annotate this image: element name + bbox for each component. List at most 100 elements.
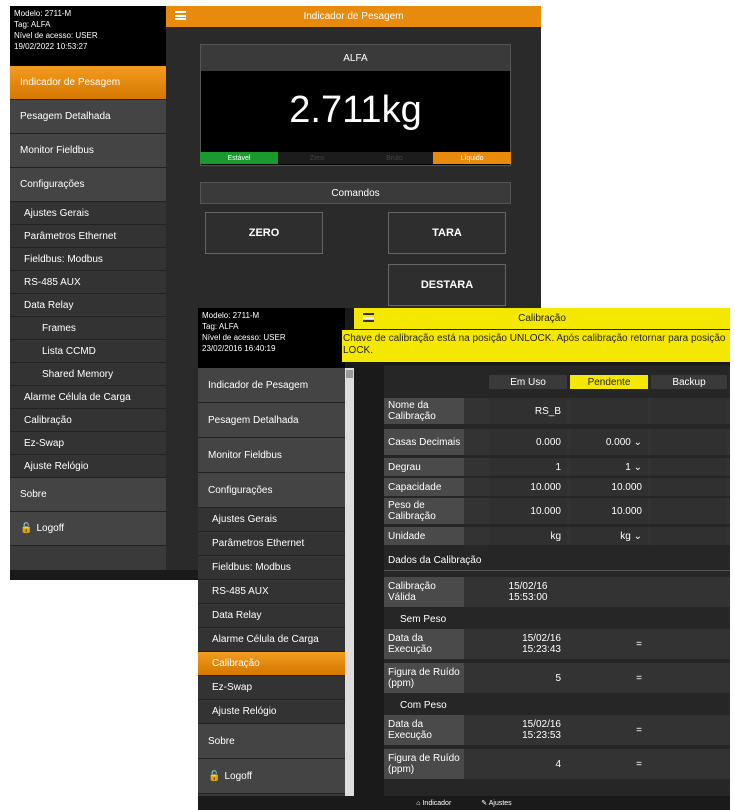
calibration-table: Em Uso Pendente Backup Nome da Calibraçã… — [384, 365, 730, 797]
row-value-em-uso: 4 — [555, 758, 561, 770]
sidebar-item-data-relay[interactable]: Data Relay — [198, 604, 345, 628]
status-stable: Estável — [200, 152, 278, 164]
sidebar-item-indicador[interactable]: Indicador de Pesagem — [10, 66, 166, 100]
section-com-peso: Com Peso — [400, 699, 447, 711]
row-value-em-uso: 15/02/16 15:23:43 — [522, 633, 561, 655]
row-value-pendente: 10.000 — [570, 478, 648, 496]
row-value-backup — [651, 458, 727, 476]
page-title: Indicador de Pesagem — [303, 11, 404, 22]
sidebar-item-ez-swap[interactable]: Ez-Swap — [10, 432, 166, 455]
sidebar-item-monitor-fieldbus[interactable]: Monitor Fieldbus — [10, 134, 166, 168]
model-text: Modelo: 2711-M — [202, 311, 260, 320]
row-label: Unidade — [384, 527, 464, 545]
sidebar-item-calibracao[interactable]: Calibração — [10, 409, 166, 432]
sidebar-item-ajuste-relogio[interactable]: Ajuste Relógio — [10, 455, 166, 478]
row-value-pendente: = — [636, 724, 642, 736]
sidebar: Indicador de Pesagem Pesagem Detalhada M… — [10, 66, 166, 570]
row-value-em-uso: 10.000 — [489, 498, 567, 524]
row-label: Data da Execução — [384, 715, 464, 745]
column-header-pendente: Pendente — [570, 375, 648, 389]
menu-icon[interactable] — [363, 313, 374, 322]
sidebar-item-ajustes-gerais[interactable]: Ajustes Gerais — [198, 508, 345, 532]
calibration-window: Modelo: 2711-M Tag: ALFA Nível de acesso… — [198, 308, 730, 810]
status-gross: Bruto — [356, 152, 433, 164]
row-value-em-uso: 5 — [555, 672, 561, 684]
section-calibration-data: Dados da Calibração — [384, 551, 730, 571]
wrench-icon: ✎ — [481, 800, 488, 807]
scroll-up-icon[interactable] — [346, 370, 353, 378]
home-icon: ⌂ — [416, 799, 421, 807]
row-value-pendente-dropdown[interactable]: 0.000 ⌄ — [570, 429, 648, 455]
row-value-backup — [651, 527, 727, 545]
sidebar-item-lista-ccmd[interactable]: Lista CCMD — [10, 340, 166, 363]
row-value-em-uso: kg — [489, 527, 567, 545]
row-value-pendente: = — [636, 672, 642, 684]
row-value-backup — [651, 398, 727, 424]
status-zero: Zero — [278, 152, 356, 164]
sidebar-item-alarme-celula[interactable]: Alarme Célula de Carga — [198, 628, 345, 652]
sidebar-item-sobre[interactable]: Sobre — [198, 724, 345, 759]
row-value-pendente: = — [636, 758, 642, 770]
commands-title: Comandos — [200, 182, 511, 204]
row-value-em-uso: 0.000 — [489, 429, 567, 455]
sidebar-item-configuracoes[interactable]: Configurações — [198, 473, 345, 508]
column-header-backup: Backup — [651, 375, 727, 389]
row-label: Figura de Ruído (ppm) — [384, 749, 464, 779]
calibration-warning: Chave de calibração está na posição UNLO… — [342, 330, 730, 362]
sidebar-scrollbar[interactable] — [345, 368, 354, 796]
device-info: Modelo: 2711-M Tag: ALFA Nível de acesso… — [198, 308, 345, 368]
access-level-text: Nível de acesso: USER — [202, 333, 286, 342]
row-value-pendente: = — [636, 638, 642, 650]
section-sem-peso: Sem Peso — [400, 613, 447, 625]
sidebar-item-pesagem-detalhada[interactable]: Pesagem Detalhada — [198, 403, 345, 438]
row-label: Degrau — [384, 458, 464, 476]
row-label: Nome da Calibração — [384, 398, 464, 424]
sidebar: Indicador de Pesagem Pesagem Detalhada M… — [198, 368, 345, 796]
zero-button[interactable]: ZERO — [205, 212, 323, 254]
sidebar-item-rs485-aux[interactable]: RS-485 AUX — [198, 580, 345, 604]
menu-icon[interactable] — [175, 11, 186, 20]
row-value-pendente-dropdown[interactable]: kg ⌄ — [570, 527, 648, 545]
row-value-em-uso: RS_B — [489, 398, 567, 424]
sidebar-item-alarme-celula[interactable]: Alarme Célula de Carga — [10, 386, 166, 409]
row-label: Casas Decimais — [384, 429, 464, 455]
column-header-em-uso: Em Uso — [489, 375, 567, 389]
sidebar-item-sobre[interactable]: Sobre — [10, 478, 166, 512]
sidebar-item-configuracoes[interactable]: Configurações — [10, 168, 166, 202]
sidebar-item-indicador[interactable]: Indicador de Pesagem — [198, 368, 345, 403]
weight-display: ALFA 2.711kg — [200, 44, 511, 166]
status-net: Líquido — [433, 152, 511, 164]
sidebar-item-pesagem-detalhada[interactable]: Pesagem Detalhada — [10, 100, 166, 134]
sidebar-item-parametros-ethernet[interactable]: Parâmetros Ethernet — [198, 532, 345, 556]
header-bar: Indicador de Pesagem — [166, 6, 541, 27]
sidebar-item-ajustes-gerais[interactable]: Ajustes Gerais — [10, 202, 166, 225]
sidebar-item-logoff[interactable]: 🔓 Logoff — [10, 512, 166, 546]
sidebar-item-parametros-ethernet[interactable]: Parâmetros Ethernet — [10, 225, 166, 248]
tag-text: Tag: ALFA — [202, 322, 239, 331]
sidebar-item-fieldbus-modbus[interactable]: Fieldbus: Modbus — [198, 556, 345, 580]
row-value-pendente-dropdown[interactable]: 1 ⌄ — [570, 458, 648, 476]
lock-icon: 🔓 — [20, 523, 33, 534]
untare-button[interactable]: DESTARA — [388, 264, 506, 306]
sidebar-item-shared-memory[interactable]: Shared Memory — [10, 363, 166, 386]
sidebar-item-rs485-aux[interactable]: RS-485 AUX — [10, 271, 166, 294]
sidebar-item-frames[interactable]: Frames — [10, 317, 166, 340]
row-label: Data da Execução — [384, 629, 464, 659]
bottom-bar: ⌂ Indicador ✎ Ajustes — [198, 796, 730, 810]
row-value-em-uso: 10.000 — [489, 478, 567, 496]
row-label: Figura de Ruído (ppm) — [384, 663, 464, 693]
row-value-backup — [651, 429, 727, 455]
sidebar-item-ez-swap[interactable]: Ez-Swap — [198, 676, 345, 700]
indicator-button[interactable]: ⌂ Indicador — [416, 800, 451, 807]
row-value-em-uso: 1 — [489, 458, 567, 476]
settings-button[interactable]: ✎ Ajustes — [481, 799, 511, 807]
sidebar-item-fieldbus-modbus[interactable]: Fieldbus: Modbus — [10, 248, 166, 271]
sidebar-item-calibracao[interactable]: Calibração — [198, 652, 345, 676]
tare-button[interactable]: TARA — [388, 212, 506, 254]
sidebar-item-monitor-fieldbus[interactable]: Monitor Fieldbus — [198, 438, 345, 473]
sidebar-item-ajuste-relogio[interactable]: Ajuste Relógio — [198, 700, 345, 724]
sidebar-item-logoff[interactable]: 🔓 Logoff — [198, 759, 345, 794]
row-value-em-uso: 15/02/16 15:53:00 — [508, 581, 548, 603]
row-label: Peso de Calibração — [384, 498, 464, 524]
sidebar-item-data-relay[interactable]: Data Relay — [10, 294, 166, 317]
